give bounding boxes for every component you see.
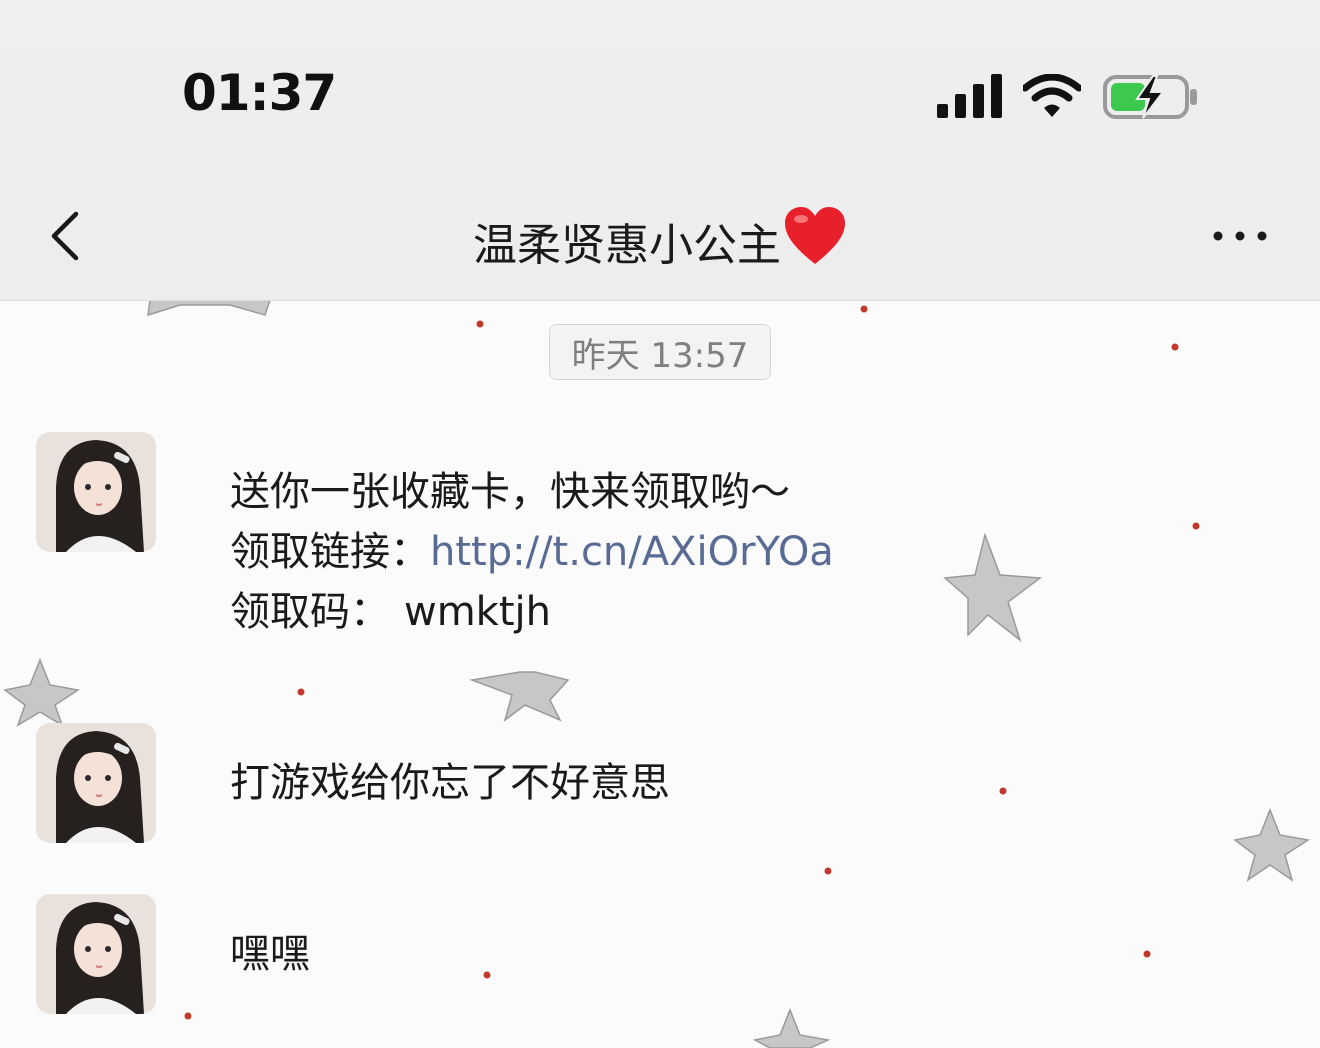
dot-decoration [860,305,868,313]
dot-decoration [1171,343,1179,351]
dot-decoration [184,1012,192,1020]
star-decoration [147,300,271,317]
star-decoration [943,532,1043,643]
avatar[interactable] [36,894,156,1014]
background-pattern [3,300,1310,1048]
dot-decoration [1192,522,1200,530]
dot-decoration [476,320,484,328]
dot-decoration [483,971,491,979]
dot-decoration [297,688,305,696]
dot-decoration [824,867,832,875]
chat-title-text: 温柔贤惠小公主 [473,220,781,271]
avatar[interactable] [36,432,156,552]
wifi-icon [1023,74,1081,117]
claim-code: wmktjh [404,589,551,635]
cellular-signal-icon [937,74,1002,118]
chat-background [0,300,1320,1048]
message-text: 嘿嘿 [230,931,310,977]
star-decoration [1233,807,1310,882]
message-bubble[interactable]: 嘿嘿 [230,924,310,984]
message-line: 领取码： wmktjh [230,582,834,642]
star-decoration [469,671,570,722]
message-bubble[interactable]: 送你一张收藏卡，快来领取哟～ 领取链接：http://t.cn/AXiOrYOa… [230,462,834,642]
star-decoration [752,1007,831,1048]
star-decoration [3,657,80,727]
chat-title: 温柔贤惠小公主 [0,206,1320,277]
dot-decoration [999,787,1007,795]
link-label: 领取链接： [230,529,430,575]
dot-decoration [1143,950,1151,958]
code-label: 领取码： [230,589,390,635]
avatar[interactable] [36,723,156,843]
collection-card-link[interactable]: http://t.cn/AXiOrYOa [430,529,834,575]
message-bubble[interactable]: 打游戏给你忘了不好意思 [230,753,670,813]
status-time: 01:37 [182,64,337,122]
battery-charging-icon [1103,75,1197,119]
message-text: 打游戏给你忘了不好意思 [230,760,670,806]
more-options-icon[interactable] [1210,218,1270,254]
message-text: 送你一张收藏卡，快来领取哟～ [230,469,790,515]
message-line: 领取链接：http://t.cn/AXiOrYOa [230,522,834,582]
message-timestamp: 昨天 13:57 [549,324,771,380]
top-bar: 01:37 温柔贤惠小公主 [0,0,1320,301]
heart-emoji-icon [783,206,847,277]
